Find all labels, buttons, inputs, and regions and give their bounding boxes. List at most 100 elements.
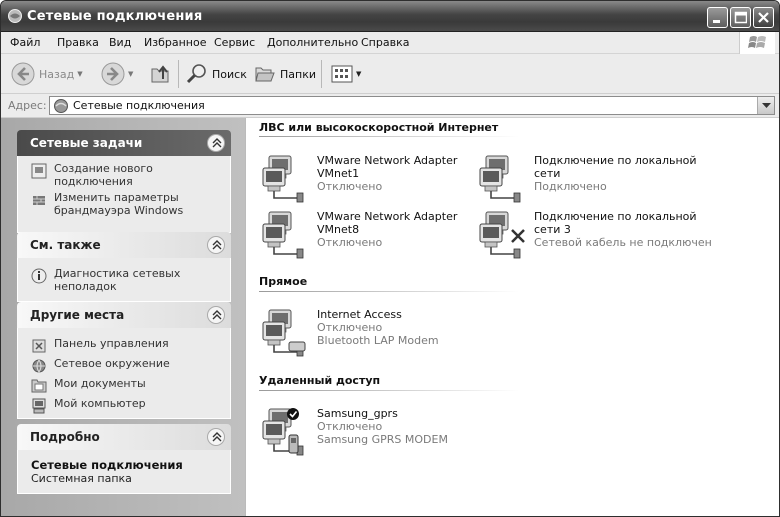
disconnected-x-icon [511,229,525,243]
other-places-header[interactable]: Другие места [17,302,231,328]
window: Сетевые подключения Файл Правка Вид Избр… [0,0,780,517]
forward-arrow-icon [101,62,125,86]
network-places-icon [32,359,46,373]
my-documents-link[interactable]: Мои документы [18,377,230,397]
connection-lan-3[interactable]: Подключение по локальной сети 3 Сетевой … [478,210,768,266]
group-divider [259,390,519,391]
connection-lan[interactable]: Подключение по локальной сети Подключено [478,154,708,210]
search-button[interactable]: Поиск [186,60,247,88]
info-icon [31,268,47,284]
connection-name: сети 3 [534,223,571,236]
network-tasks-panel: Сетевые задачи Создание нового подключен… [17,130,231,233]
address-field[interactable]: Сетевые подключения [49,96,775,115]
magnifier-icon [186,64,206,84]
collapse-icon[interactable] [207,236,225,254]
connections-view: ЛВС или высокоскоростной Интернет VMware… [245,118,779,516]
menu-favorites[interactable]: Избранное [144,36,206,49]
panel-title: Сетевые задачи [30,136,143,150]
connection-device: Bluetooth LAP Modem [317,334,439,347]
windows-logo [739,32,775,54]
connection-status: Подключено [534,180,607,193]
toolbar-separator [321,60,322,88]
documents-folder-icon [31,379,47,393]
network-connections-icon [8,9,22,23]
control-panel-link[interactable]: Панель управления [18,337,230,357]
title-bar[interactable]: Сетевые подключения [1,1,779,32]
views-dropdown-icon[interactable]: ▼ [356,70,361,78]
window-title: Сетевые подключения [27,9,203,24]
collapse-icon[interactable] [207,428,225,446]
direct-connection-icon [262,309,306,357]
connection-status: Отключено [317,420,383,433]
my-computer-link[interactable]: Мой компьютер [18,397,230,417]
close-icon [758,12,769,23]
forward-dropdown-icon[interactable]: ▼ [128,70,133,78]
collapse-icon[interactable] [207,306,225,324]
connection-status: Отключено [317,180,383,193]
up-button[interactable] [149,60,173,88]
see-also-panel: См. также Диагностика сетевых неполадок [17,232,231,302]
back-label: Назад [39,67,75,81]
folder-up-icon [151,65,169,83]
network-places-link[interactable]: Сетевое окружение [18,357,230,377]
connection-status: Отключено [317,321,383,334]
task-pane: Сетевые задачи Создание нового подключен… [1,118,245,516]
connection-status: Сетевой кабель не подключен [534,236,712,249]
group-header-dialup: Удаленный доступ [259,374,381,387]
toolbar-separator [178,60,179,88]
network-tasks-header[interactable]: Сетевые задачи [17,130,231,156]
address-dropdown-button[interactable] [757,97,774,114]
details-name: Сетевые подключения [31,458,183,472]
see-also-header[interactable]: См. также [17,232,231,258]
connection-vmnet1[interactable]: VMware Network Adapter VMnet1 Отключено [261,154,491,210]
connection-name: VMware Network Adapter [317,210,458,223]
new-connection-icon [31,163,47,179]
connection-name: VMnet1 [317,167,360,180]
group-header-lan: ЛВС или высокоскоростной Интернет [259,121,499,134]
menu-tools[interactable]: Сервис [214,36,255,49]
forward-button[interactable]: ▼ [101,60,133,88]
connection-name: Internet Access [317,308,402,321]
modem-icon [288,341,306,352]
windows-flag-icon [748,36,766,48]
firewall-settings-link[interactable]: Изменить параметры брандмауэра Windows [18,191,230,217]
maximize-button[interactable] [730,7,751,28]
address-value: Сетевые подключения [73,99,205,112]
folders-icon [255,67,275,82]
connection-vmnet8[interactable]: VMware Network Adapter VMnet8 Отключено [261,210,491,266]
connection-name: Подключение по локальной [534,154,697,167]
folders-button[interactable]: Папки [254,60,316,88]
menu-bar: Файл Правка Вид Избранное Сервис Дополни… [1,32,779,54]
collapse-icon[interactable] [207,134,225,152]
panel-title: См. также [30,238,101,252]
menu-advanced[interactable]: Дополнительно [267,36,358,49]
diagnostics-link[interactable]: Диагностика сетевых неполадок [18,267,230,293]
create-connection-link[interactable]: Создание нового подключения [18,162,230,188]
views-button[interactable]: ▼ [331,60,361,88]
menu-file[interactable]: Файл [10,36,40,49]
connection-name: Samsung_gprs [317,407,398,420]
menu-help[interactable]: Справка [361,36,409,49]
address-label: Адрес: [8,99,47,112]
firewall-icon [33,196,45,205]
computer-icon [32,398,46,414]
back-dropdown-icon[interactable]: ▼ [77,70,82,78]
minimize-button[interactable] [707,7,728,28]
connection-samsung-gprs[interactable]: Samsung_gprs Отключено Samsung GPRS MODE… [261,407,491,463]
close-button[interactable] [753,7,774,28]
lan-connection-icon [262,211,304,259]
details-header[interactable]: Подробно [17,424,231,450]
default-checkmark-icon [287,408,299,420]
connection-name: Подключение по локальной [534,210,697,223]
back-button[interactable]: Назад ▼ [11,60,83,88]
connection-internet-access[interactable]: Internet Access Отключено Bluetooth LAP … [261,308,491,364]
dialup-connection-icon [262,408,304,456]
panel-title: Подробно [30,430,100,444]
group-divider [259,136,519,137]
details-type: Системная папка [31,472,132,485]
menu-view[interactable]: Вид [109,36,131,49]
other-places-panel: Другие места Панель управления Сетевое о… [17,302,231,419]
lan-connection-icon [479,155,521,203]
menu-edit[interactable]: Правка [57,36,99,49]
connection-name: VMnet8 [317,223,360,236]
